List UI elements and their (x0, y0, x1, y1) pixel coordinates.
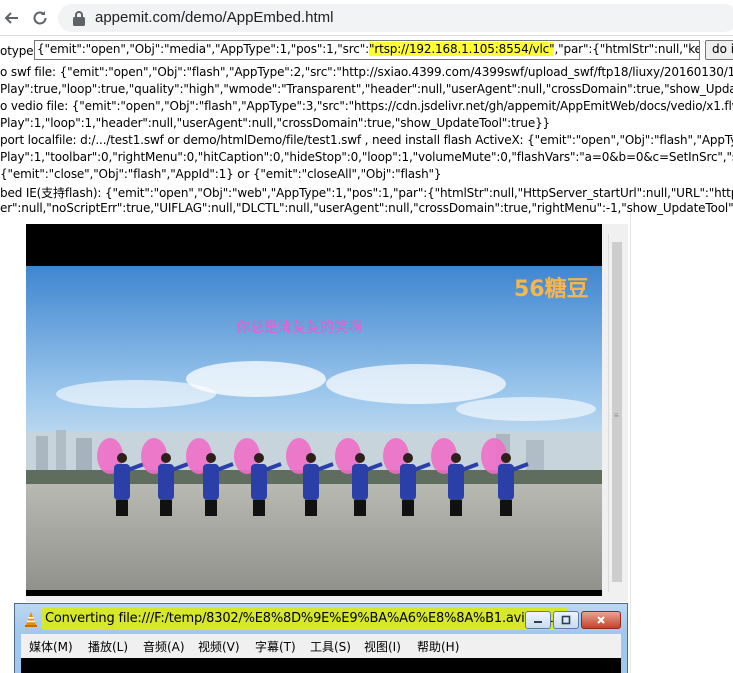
vlc-menu-video[interactable]: 视频(V) (198, 638, 240, 655)
page-divider (630, 212, 631, 673)
example-line: er":null,"noScriptErr":true,"UIFLAG":nul… (0, 201, 733, 215)
command-value-suffix: ,"par":{"htmlStr":null,"kerne (554, 42, 699, 56)
lock-icon[interactable] (72, 10, 86, 26)
command-input[interactable]: {"emit":"open","Obj":"media","AppType":1… (34, 40, 700, 60)
dance-video-scene: 56糖豆 你总是清菱菱的笑啊 (26, 224, 602, 596)
vlc-cone-icon (25, 612, 37, 627)
close-icon (597, 616, 605, 624)
minimize-button[interactable] (525, 611, 551, 629)
vlc-window[interactable]: Converting file:///F:/temp/8302/%E8%8D%9… (14, 603, 628, 673)
example-line: o vedio file: {"emit":"open","Obj":"flas… (0, 99, 733, 113)
command-value-highlight: "rtsp://192.168.1.105:8554/vlc" (368, 42, 555, 56)
video-watermark: 56糖豆 (514, 276, 589, 302)
vlc-title-bar[interactable]: Converting file:///F:/temp/8302/%E8%8D%9… (15, 604, 627, 634)
command-value-prefix: {"emit":"open","Obj":"media","AppType":1… (37, 42, 369, 56)
url-text[interactable]: appemit.com/demo/AppEmbed.html (95, 9, 333, 26)
example-line: o swf file: {"emit":"open","Obj":"flash"… (0, 65, 733, 79)
do-it-button[interactable]: do it (705, 40, 733, 60)
vlc-menu-subtitle[interactable]: 字幕(T) (255, 638, 296, 655)
vlc-video-area[interactable] (21, 658, 621, 673)
example-line: Play":true,"loop":true,"quality":"high",… (0, 82, 733, 96)
maximize-button[interactable] (553, 611, 579, 629)
vlc-menu-audio[interactable]: 音频(A) (143, 638, 185, 655)
close-button[interactable] (581, 611, 621, 629)
example-line: port localfile: d:/.../test1.swf or demo… (0, 133, 733, 147)
browser-toolbar: appemit.com/demo/AppEmbed.html (0, 0, 733, 36)
back-button[interactable] (0, 6, 24, 30)
vlc-menu-help[interactable]: 帮助(H) (417, 638, 459, 655)
scrollbar-grip-icon: ≡ (614, 411, 619, 420)
video-frame[interactable]: 56糖豆 你总是清菱菱的笑啊 (26, 224, 602, 596)
example-line: bed IE(支持flash): {"emit":"open","Obj":"w… (0, 186, 733, 200)
vlc-menu-bar: 媒体(M) 播放(L) 音频(A) 视频(V) 字幕(T) 工具(S) 视图(I… (21, 634, 621, 658)
vertical-scrollbar[interactable]: ≡ (608, 234, 624, 592)
embedded-media-player[interactable]: 56糖豆 你总是清菱菱的笑啊 ≡ (26, 224, 628, 602)
vlc-menu-playback[interactable]: 播放(L) (88, 638, 128, 655)
reload-icon (33, 11, 47, 25)
example-line: {"emit":"close","Obj":"flash","AppId":1}… (0, 167, 442, 181)
reload-button[interactable] (28, 6, 52, 30)
vlc-menu-media[interactable]: 媒体(M) (29, 638, 73, 655)
example-line: Play":1,"toolbar":0,"rightMenu":0,"hitCa… (0, 150, 733, 164)
command-label: otype: (0, 44, 38, 58)
maximize-icon (561, 615, 571, 625)
vlc-menu-view[interactable]: 视图(I) (364, 638, 401, 655)
minimize-icon (534, 621, 542, 623)
video-subtitle: 你总是清菱菱的笑啊 (236, 320, 362, 336)
address-bar[interactable]: appemit.com/demo/AppEmbed.html (58, 4, 733, 32)
vlc-title-text: Converting file:///F:/temp/8302/%E8%8D%9… (41, 608, 569, 630)
arrow-left-icon (4, 12, 18, 24)
example-line: Play":1,"loop":1,"header":null,"userAgen… (0, 116, 551, 130)
vlc-menu-tools[interactable]: 工具(S) (310, 638, 351, 655)
